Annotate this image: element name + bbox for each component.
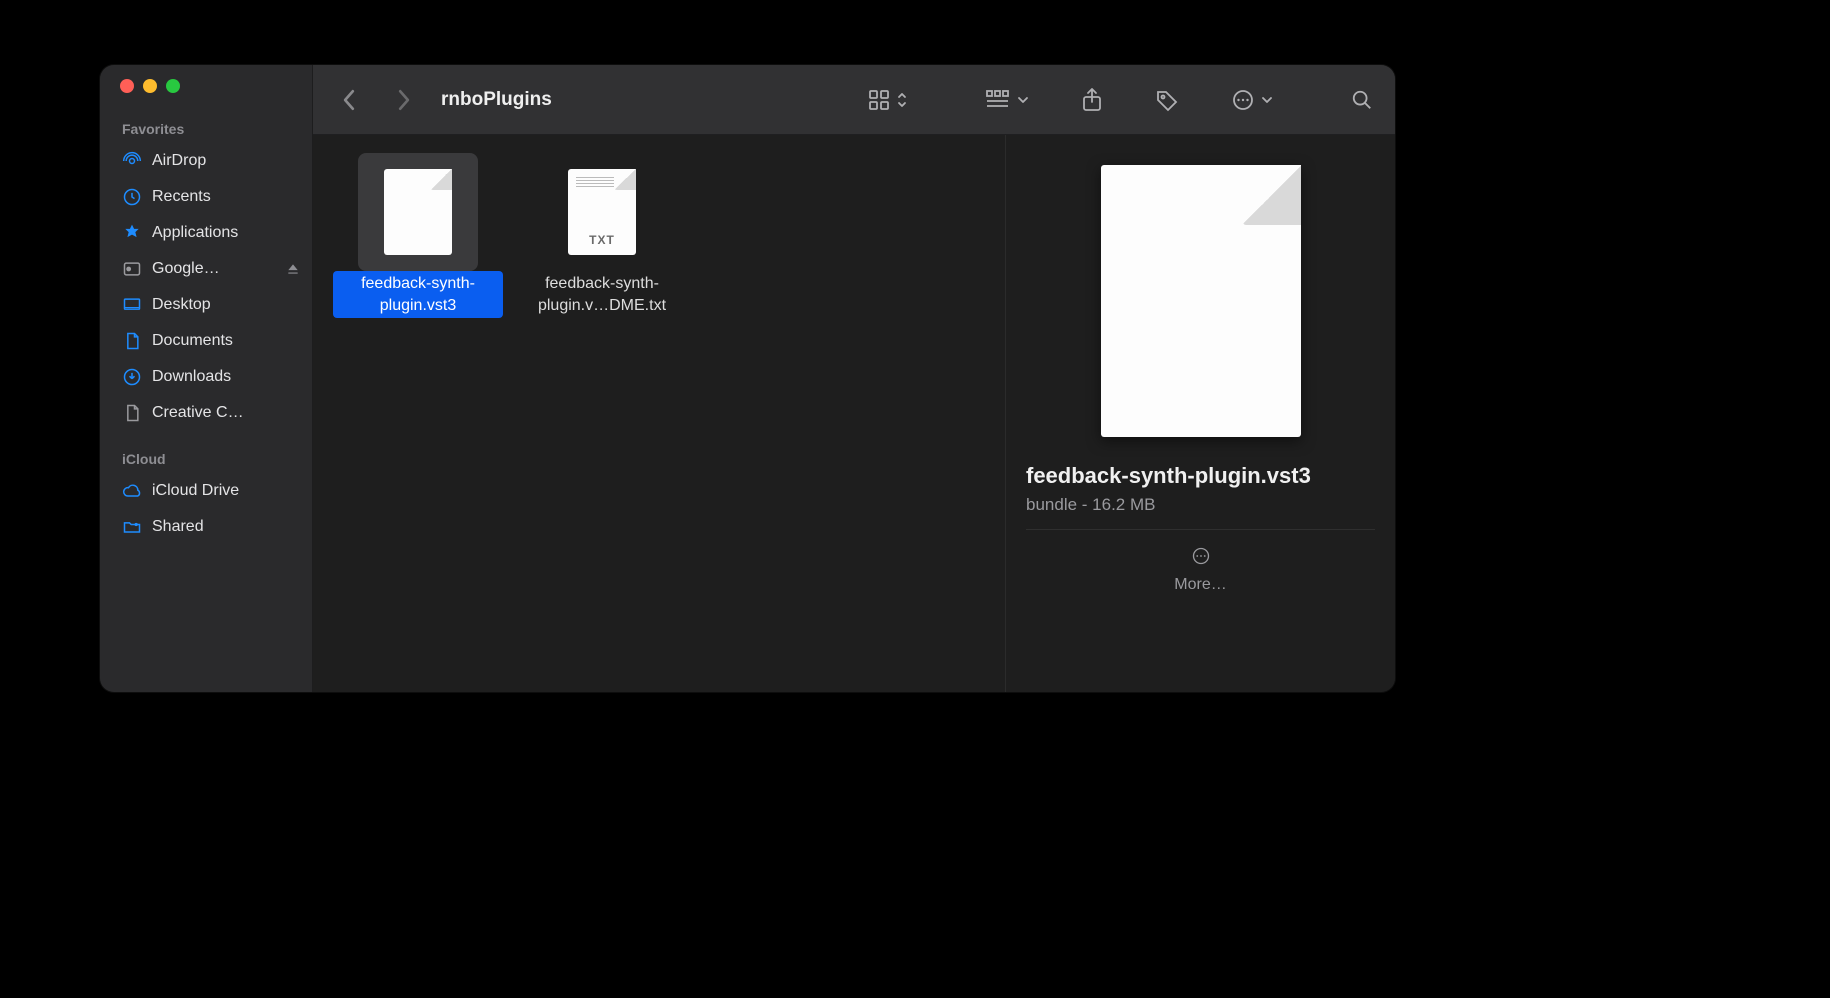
action-menu-button[interactable]	[1227, 85, 1277, 115]
view-options-button[interactable]	[863, 85, 911, 115]
desktop-icon	[122, 295, 142, 315]
sidebar-item-applications[interactable]: Applications	[100, 215, 312, 251]
sidebar: Favorites AirDrop Recents Applications G…	[100, 65, 313, 692]
preview-pane: feedback-synth-plugin.vst3 bundle - 16.2…	[1005, 135, 1395, 692]
search-button[interactable]	[1347, 85, 1377, 115]
sidebar-section-icloud-label: iCloud	[100, 445, 312, 473]
divider	[1026, 529, 1375, 530]
download-icon	[122, 367, 142, 387]
sidebar-item-recents[interactable]: Recents	[100, 179, 312, 215]
applications-icon	[122, 223, 142, 243]
eject-icon[interactable]	[286, 262, 300, 276]
back-button[interactable]	[327, 78, 371, 122]
tags-button[interactable]	[1151, 85, 1183, 115]
file-grid[interactable]: feedback-synth-plugin.vst3 TXT feedback-…	[313, 135, 1005, 692]
sidebar-item-airdrop[interactable]: AirDrop	[100, 143, 312, 179]
file-item[interactable]: TXT feedback-synth-plugin.v…DME.txt	[517, 153, 687, 674]
sidebar-section-favorites-label: Favorites	[100, 115, 312, 143]
sidebar-item-label: Documents	[152, 332, 233, 350]
sidebar-item-label: AirDrop	[152, 152, 206, 170]
file-icon	[358, 153, 478, 271]
sidebar-item-creative-cloud[interactable]: Creative C…	[100, 395, 312, 431]
sidebar-item-label: Desktop	[152, 296, 211, 314]
file-item[interactable]: feedback-synth-plugin.vst3	[333, 153, 503, 674]
document-gray-icon	[122, 403, 142, 423]
preview-icon	[1026, 155, 1375, 463]
sidebar-item-label: Applications	[152, 224, 238, 242]
share-button[interactable]	[1077, 85, 1107, 115]
preview-file-meta: bundle - 16.2 MB	[1026, 495, 1375, 515]
sidebar-item-documents[interactable]: Documents	[100, 323, 312, 359]
content-row: feedback-synth-plugin.vst3 TXT feedback-…	[313, 135, 1395, 692]
file-name-label: feedback-synth-plugin.v…DME.txt	[517, 271, 687, 318]
gdrive-icon	[122, 259, 142, 279]
sidebar-item-label: Shared	[152, 518, 204, 536]
fullscreen-window-button[interactable]	[166, 79, 180, 93]
window-title: rnboPlugins	[441, 89, 552, 111]
airdrop-icon	[122, 151, 142, 171]
sidebar-item-icloud-drive[interactable]: iCloud Drive	[100, 473, 312, 509]
sidebar-item-shared[interactable]: Shared	[100, 509, 312, 545]
file-name-label: feedback-synth-plugin.vst3	[333, 271, 503, 318]
cloud-icon	[122, 481, 142, 501]
sidebar-item-label: Recents	[152, 188, 211, 206]
forward-button[interactable]	[381, 78, 425, 122]
main-area: rnboPlugins	[313, 65, 1395, 692]
more-options-icon[interactable]	[1191, 546, 1211, 566]
preview-file-name: feedback-synth-plugin.vst3	[1026, 463, 1375, 489]
close-window-button[interactable]	[120, 79, 134, 93]
sidebar-item-label: Downloads	[152, 368, 231, 386]
more-label[interactable]: More…	[1174, 576, 1226, 594]
sidebar-item-label: Google…	[152, 260, 220, 278]
shared-folder-icon	[122, 517, 142, 537]
sidebar-item-label: Creative C…	[152, 404, 244, 422]
window-controls	[100, 79, 312, 115]
clock-icon	[122, 187, 142, 207]
toolbar: rnboPlugins	[313, 65, 1395, 135]
finder-window: Favorites AirDrop Recents Applications G…	[100, 65, 1395, 692]
group-by-button[interactable]	[981, 85, 1033, 115]
sidebar-item-desktop[interactable]: Desktop	[100, 287, 312, 323]
sidebar-item-label: iCloud Drive	[152, 482, 239, 500]
document-icon	[122, 331, 142, 351]
sidebar-item-google-drive[interactable]: Google…	[100, 251, 312, 287]
sidebar-item-downloads[interactable]: Downloads	[100, 359, 312, 395]
file-icon: TXT	[542, 153, 662, 271]
minimize-window-button[interactable]	[143, 79, 157, 93]
